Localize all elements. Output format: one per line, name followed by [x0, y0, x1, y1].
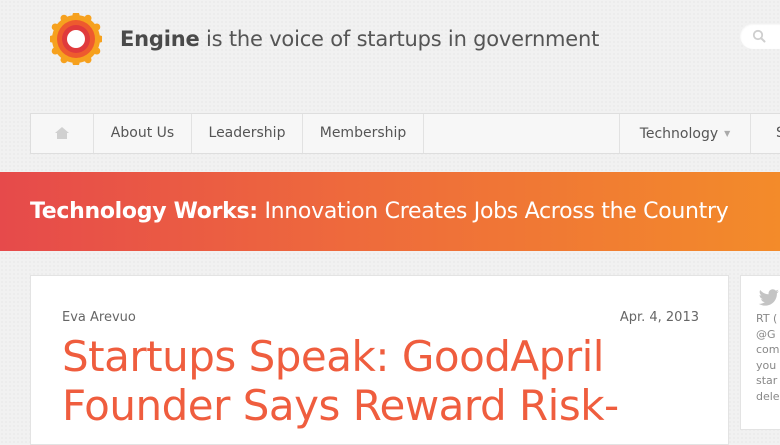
- nav-item-technology[interactable]: Technology ▼: [619, 114, 751, 153]
- main-nav: About Us Leadership Membership Technolog…: [30, 113, 780, 154]
- feature-banner[interactable]: Technology Works: Innovation Creates Job…: [0, 172, 780, 251]
- article-date: Apr. 4, 2013: [619, 310, 699, 325]
- nav-item-leadership[interactable]: Leadership: [192, 114, 303, 153]
- tweet-line: RT (: [756, 312, 778, 325]
- site-tagline: Engine is the voice of startups in gover…: [120, 27, 599, 51]
- tweet-line: dele: [756, 389, 780, 403]
- article-card: Eva Arevuo Apr. 4, 2013 Startups Speak: …: [30, 275, 729, 445]
- tweet-line: com: [756, 343, 780, 356]
- twitter-widget: RT ( @G com you star dele: [740, 275, 780, 430]
- tweet-line: star: [756, 374, 778, 387]
- article-author[interactable]: Eva Arevuo: [62, 310, 136, 325]
- nav-item-about-us[interactable]: About Us: [94, 114, 192, 153]
- tweet-line[interactable]: @G: [756, 327, 780, 343]
- nav-item-membership[interactable]: Membership: [303, 114, 424, 153]
- banner-title: Technology Works: Innovation Creates Job…: [30, 199, 729, 224]
- twitter-bird-icon: [758, 289, 779, 306]
- tagline-text: is the voice of startups in government: [199, 27, 600, 51]
- search-input[interactable]: [740, 23, 780, 49]
- banner-rest: Innovation Creates Jobs Across the Count…: [257, 199, 729, 224]
- home-icon[interactable]: [54, 126, 70, 140]
- nav-item-overflow[interactable]: S: [751, 114, 780, 153]
- site-header: Engine is the voice of startups in gover…: [0, 0, 780, 110]
- chevron-down-icon: ▼: [724, 129, 731, 138]
- tweet-line: you: [756, 358, 777, 372]
- nav-home[interactable]: [31, 114, 94, 153]
- search-icon[interactable]: [752, 29, 766, 43]
- engine-logo[interactable]: [50, 13, 102, 65]
- brand-name[interactable]: Engine: [120, 27, 200, 51]
- nav-technology-label: Technology: [639, 126, 719, 142]
- banner-strong: Technology Works:: [30, 199, 258, 224]
- article-headline[interactable]: Startups Speak: GoodApril Founder Says R…: [62, 332, 682, 430]
- tweet-text: RT ( @G com you star dele: [756, 311, 780, 404]
